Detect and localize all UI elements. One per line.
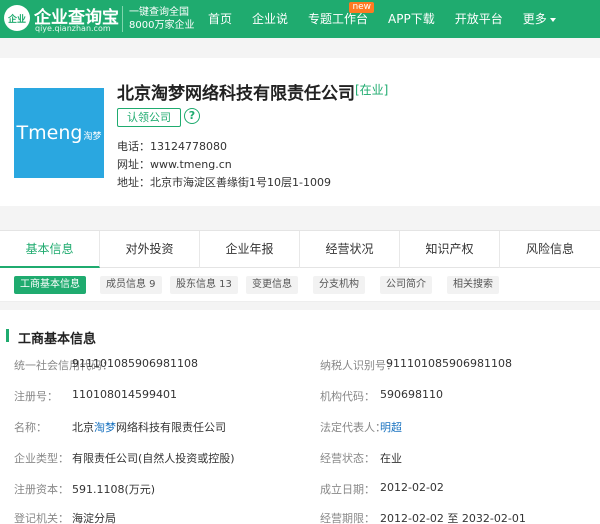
subtab-business-info[interactable]: 工商基本信息 xyxy=(14,276,86,294)
field-label: 注册资本： xyxy=(14,483,69,496)
nav-workbench[interactable]: 专题工作台 new xyxy=(308,0,375,38)
subtab-profile[interactable]: 公司简介 xyxy=(380,276,432,294)
sub-tabs: 工商基本信息 成员信息 9 股东信息 13 变更信息 分支机构 公司简介 相关搜… xyxy=(0,268,600,302)
field-value: 590698110 xyxy=(380,388,443,401)
nav-label: 首页 xyxy=(208,12,233,26)
help-icon[interactable]: ? xyxy=(184,108,200,124)
subtab-changes[interactable]: 变更信息 xyxy=(246,276,298,294)
company-logo-sub: 淘梦 xyxy=(83,131,102,142)
nav-home[interactable]: 首页 xyxy=(208,0,232,38)
slogan-line-2: 8000万家企业 xyxy=(129,20,195,31)
company-card: Tmeng 淘梦 北京淘梦网络科技有限责任公司 [在业] 认领公司 ? 电话：1… xyxy=(0,58,600,206)
logo-domain: qiye.qianzhan.com xyxy=(35,24,111,33)
legal-rep-link[interactable]: 明超 xyxy=(380,419,402,435)
tab-operation[interactable]: 经营状况 xyxy=(300,231,400,268)
field-label: 注册号： xyxy=(14,390,58,403)
field-label: 经营期限： xyxy=(320,512,375,524)
field-value: 海淀分局 xyxy=(72,512,116,524)
field-label: 经营状态： xyxy=(320,452,375,465)
claim-company-button[interactable]: 认领公司 xyxy=(117,108,181,127)
field-value: 北京淘梦网络科技有限责任公司 xyxy=(72,419,226,435)
field-value: 911101085906981108 xyxy=(72,357,198,370)
nav-more[interactable]: 更多 xyxy=(523,0,556,38)
field-value: 2012-02-02 xyxy=(380,481,444,494)
tab-investment[interactable]: 对外投资 xyxy=(100,231,200,268)
business-details: 工商基本信息 统一社会信用代码： 911101085906981108 纳税人识… xyxy=(0,310,600,524)
field-label: 登记机关： xyxy=(14,512,69,524)
field-value: 有限责任公司(自然人投资或控股) xyxy=(72,452,235,465)
main-tabs: 基本信息 对外投资 企业年报 经营状况 知识产权 风险信息 xyxy=(0,230,600,268)
main-nav: 首页 企业说 专题工作台 new APP下载 开放平台 更多 xyxy=(208,0,576,38)
company-logo: Tmeng 淘梦 xyxy=(14,88,104,178)
tab-risk[interactable]: 风险信息 xyxy=(500,231,600,268)
section-accent xyxy=(6,329,9,342)
company-address: 地址：北京市海淀区善缘街1号10层1-1009 xyxy=(117,176,331,189)
new-badge: new xyxy=(349,2,375,13)
field-value: 110108014599401 xyxy=(72,388,177,401)
top-header: 企业 企业查询宝 qiye.qianzhan.com 一键查询全国 8000万家… xyxy=(0,0,600,38)
nav-app-download[interactable]: APP下载 xyxy=(388,0,435,38)
site-logo[interactable]: 企业 企业查询宝 qiye.qianzhan.com xyxy=(4,3,119,35)
field-value: 2012-02-02 至 2032-02-01 xyxy=(380,512,526,524)
field-value: 911101085906981108 xyxy=(386,357,512,370)
field-label: 成立日期： xyxy=(320,483,375,496)
section-title: 工商基本信息 xyxy=(18,332,97,347)
name-part: 北京 xyxy=(72,421,94,434)
subtab-members[interactable]: 成员信息 9 xyxy=(100,276,162,294)
field-value: 591.1108(万元) xyxy=(72,483,156,496)
slogan-line-1: 一键查询全国 xyxy=(129,7,189,18)
nav-label: 专题工作台 xyxy=(308,12,369,26)
tab-annual-report[interactable]: 企业年报 xyxy=(200,231,300,268)
nav-label: 企业说 xyxy=(252,12,289,26)
field-label: 名称： xyxy=(14,421,47,434)
logo-badge-icon: 企业 xyxy=(4,5,30,31)
subtab-shareholders[interactable]: 股东信息 13 xyxy=(170,276,238,294)
nav-open-platform[interactable]: 开放平台 xyxy=(455,0,503,38)
tab-basic-info[interactable]: 基本信息 xyxy=(0,231,100,268)
company-logo-text: Tmeng xyxy=(16,122,83,144)
chevron-down-icon xyxy=(549,17,556,22)
field-label: 企业类型： xyxy=(14,452,69,465)
slogan: 一键查询全国 8000万家企业 xyxy=(122,6,194,32)
nav-enterprise-talk[interactable]: 企业说 xyxy=(252,0,288,38)
subtab-branches[interactable]: 分支机构 xyxy=(313,276,365,294)
status-badge: [在业] xyxy=(355,83,389,97)
company-phone: 电话：13124778080 xyxy=(117,140,227,153)
nav-label: APP下载 xyxy=(388,12,435,26)
field-label: 法定代表人： xyxy=(320,421,386,434)
name-keyword-link[interactable]: 淘梦 xyxy=(94,421,116,434)
tab-ip[interactable]: 知识产权 xyxy=(400,231,500,268)
field-label: 机构代码： xyxy=(320,390,375,403)
nav-label: 开放平台 xyxy=(454,12,503,26)
company-name: 北京淘梦网络科技有限责任公司 xyxy=(117,84,355,104)
nav-label: 更多 xyxy=(522,12,547,26)
legal-rep-name: 明超 xyxy=(380,421,402,434)
name-part: 网络科技有限责任公司 xyxy=(116,421,226,434)
company-website[interactable]: 网址：www.tmeng.cn xyxy=(117,156,232,172)
subtab-related-search[interactable]: 相关搜索 xyxy=(447,276,499,294)
field-value: 在业 xyxy=(380,452,402,465)
